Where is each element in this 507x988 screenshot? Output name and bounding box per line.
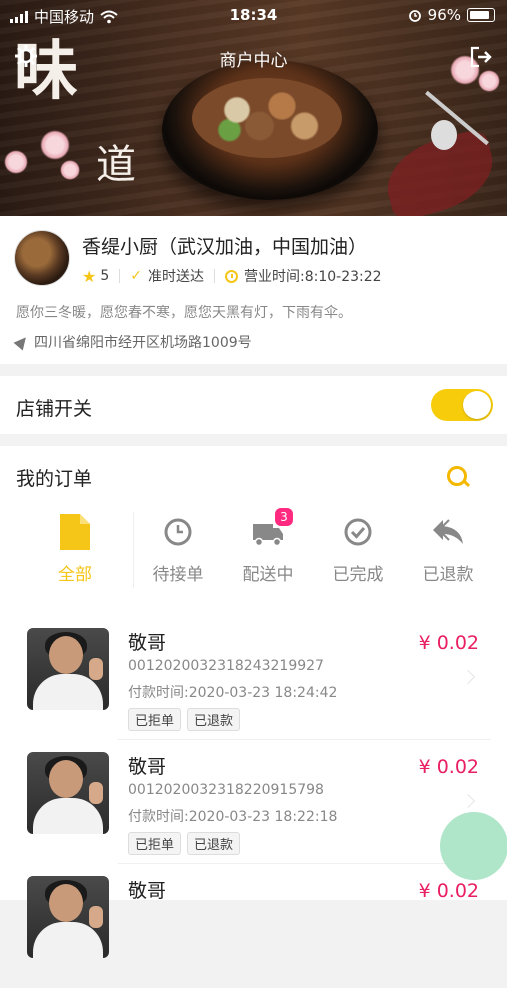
tab-completed[interactable]: 已完成 [313,512,403,585]
orders-title: 我的订单 [16,468,93,490]
order-number: 0012020032318243219927 [128,658,324,674]
status-bar: 中国移动 18:34 96% [0,0,507,30]
shop-info-card: 香缇小厨（武汉加油，中国加油） ★ 5 ✓ 准时送达 营业时间:8:10-23:… [0,216,507,364]
customer-name: 敬哥 [128,756,167,778]
chevron-right-icon [460,793,476,809]
store-switch-label: 店铺开关 [16,398,93,420]
order-tabs: 全部 待接单 3 配送中 已完成 已退款 [0,508,507,592]
payment-time: 付款时间:2020-03-23 18:24:42 [128,685,338,701]
blossom-decoration [4,150,28,174]
header-banner: 味 道 中国移动 18:34 96% 商户中心 [0,0,507,216]
location-arrow-icon [13,333,31,351]
customer-avatar [27,628,109,710]
tab-delivering[interactable]: 3 配送中 [223,508,313,585]
customer-name: 敬哥 [128,632,167,654]
reply-icon [433,519,463,544]
page-title: 商户中心 [219,51,288,71]
status-tag: 已退款 [187,708,241,731]
tab-label: 已完成 [332,565,384,585]
tab-badge: 3 [275,508,293,526]
battery-icon [467,8,495,22]
alarm-icon [408,10,421,22]
tab-label: 待接单 [152,565,204,585]
blossom-decoration [60,160,80,180]
floating-action-button[interactable] [440,812,507,880]
check-circle-icon [344,518,372,546]
business-hours: 营业时间:8:10-23:22 [244,269,382,285]
status-tag: 已拒单 [128,708,182,731]
order-number: 0012020032318220915798 [128,782,324,798]
address-text: 四川省绵阳市经开区机场路1009号 [34,335,252,351]
order-row[interactable]: 敬哥 0012020032318243219927 付款时间:2020-03-2… [0,618,507,740]
order-price: ¥ 0.02 [418,880,479,902]
banner-character: 道 [96,142,136,188]
logout-icon[interactable] [469,46,493,68]
customer-avatar [27,876,109,958]
document-icon [60,514,90,550]
shop-rating: 5 [100,268,110,284]
status-tag: 已退款 [187,832,241,855]
clock-icon [164,518,192,546]
customer-avatar [27,752,109,834]
star-icon: ★ [82,266,97,286]
search-icon[interactable] [447,466,467,486]
check-icon: ✓ [130,268,142,284]
tab-label: 配送中 [242,565,294,585]
shop-meta: ★ 5 ✓ 准时送达 营业时间:8:10-23:22 [82,266,382,286]
delivery-label: 准时送达 [148,269,204,285]
blossom-decoration [40,130,70,160]
tab-refunded[interactable]: 已退款 [403,512,493,585]
store-toggle[interactable] [431,389,493,421]
tab-label: 已退款 [422,565,474,585]
battery-percent: 96% [427,6,461,24]
orders-section: 我的订单 全部 待接单 3 配送中 已完成 已退款 敬哥 00120200323… [0,446,507,958]
store-switch-row: 店铺开关 [0,376,507,434]
chevron-right-icon [460,669,476,685]
blossom-decoration [478,70,500,92]
order-price: ¥ 0.02 [418,756,479,778]
spoon-decoration [431,120,457,150]
shop-address: 四川省绵阳市经开区机场路1009号 [13,332,252,352]
payment-time: 付款时间:2020-03-23 18:22:18 [128,809,338,825]
order-row[interactable]: 敬哥 ¥ 0.02 [0,866,507,988]
order-row[interactable]: 敬哥 0012020032318220915798 付款时间:2020-03-2… [0,742,507,864]
status-tag: 已拒单 [128,832,182,855]
food-image [162,60,378,200]
order-price: ¥ 0.02 [418,632,479,654]
shop-name: 香缇小厨（武汉加油，中国加油） [82,236,368,258]
shop-slogan: 愿你三冬暖，愿您春不寒，愿您天黑有灯，下雨有伞。 [16,305,352,321]
clock-icon [225,269,238,283]
tab-pending[interactable]: 待接单 [133,512,223,585]
tab-label: 全部 [58,565,92,585]
tab-all[interactable]: 全部 [30,512,120,585]
customer-name: 敬哥 [128,880,167,902]
shop-avatar[interactable] [14,230,70,286]
